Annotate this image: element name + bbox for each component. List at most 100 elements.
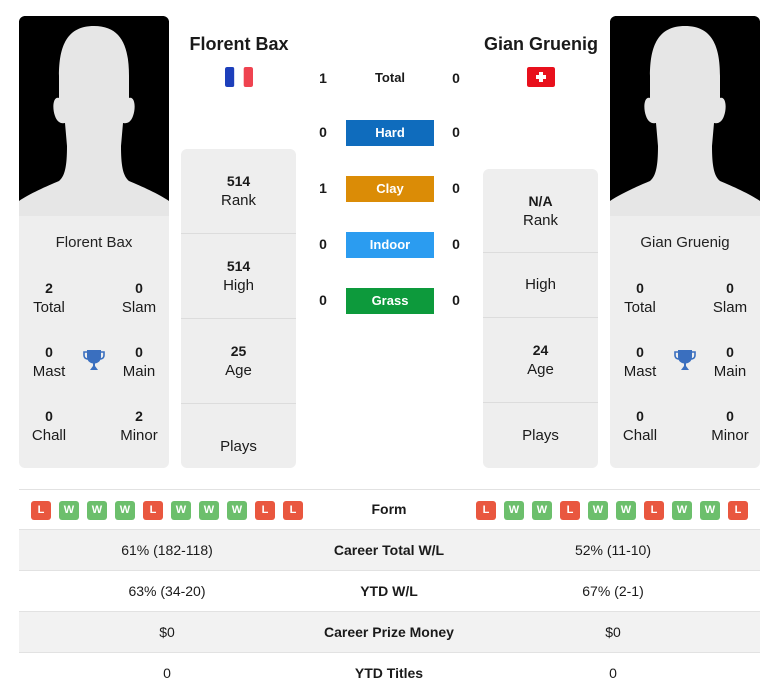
player1-age: 25 Age [181,319,296,404]
surface-hard-button[interactable]: Hard [346,120,434,146]
label: Slam [712,299,748,316]
value: 0 [45,408,53,424]
value: 0 [636,344,644,360]
surface-clay-button[interactable]: Clay [346,176,434,202]
label: Main [713,363,747,380]
player2-value: 0 [609,665,617,681]
h2h-hard-p2: 0 [452,124,460,140]
player1-rank: 514 Rank [181,149,296,234]
player2-card-name: Gian Gruenig [640,234,730,251]
value: 0 [726,408,734,424]
h2h-indoor-p1: 0 [319,236,327,252]
form-win-badge: W [171,501,191,520]
player2-value: 67% (2-1) [582,583,644,599]
form-loss-badge: L [476,501,496,520]
form-win-badge: W [504,501,524,520]
player1-titles-main: 0 Main [109,342,169,382]
form-loss-badge: L [644,501,664,520]
player2-photo [610,16,760,216]
value: 25 [230,343,247,359]
player1-titles-mast: 0 Mast [19,342,79,382]
value: 514 [226,173,251,189]
form-loss-badge: L [255,501,275,520]
player1-titles-minor: 2 Minor [109,406,169,446]
form-row: LWWWLWWWLL Form LWWLWWLWWL [19,489,760,530]
player2-plays: Plays [483,403,598,468]
label: Mast [32,363,66,380]
player2-titles: 0 Total 0 Slam 0 Mast 0 Main 0 Chall 0 M… [610,278,760,458]
form-loss-badge: L [31,501,51,520]
trophy-icon [83,350,105,370]
value: 0 [636,280,644,296]
h2h-grass-p1: 0 [319,292,327,308]
player1-card-name: Florent Bax [55,234,133,251]
comparison-row: 0 YTD Titles 0 [19,653,760,694]
avatar-silhouette-icon [610,16,760,216]
player1-titles-chall: 0 Chall [19,406,79,446]
h2h-clay: 1 Clay 0 [310,176,470,204]
row-label: Career Total W/L [333,542,445,558]
label: Minor [120,427,158,444]
form-win-badge: W [199,501,219,520]
player2-form: LWWLWWLWWL [476,501,748,520]
player2-age: 24 Age [483,318,598,403]
form-win-badge: W [672,501,692,520]
label: High [525,276,556,293]
player1-value: 63% (34-20) [128,583,206,599]
player2-titles-slam: 0 Slam [700,278,760,318]
comparison-row: 63% (34-20) YTD W/L 67% (2-1) [19,571,760,612]
h2h-clay-p1: 1 [319,180,327,196]
form-loss-badge: L [560,501,580,520]
surface-indoor-button[interactable]: Indoor [346,232,434,258]
value: 0 [726,280,734,296]
h2h-clay-p2: 0 [452,180,460,196]
label: Rank [220,192,257,209]
label: Main [122,363,156,380]
player1-name[interactable]: Florent Bax [174,34,304,55]
value: N/A [528,192,553,209]
label: Age [527,361,554,378]
h2h-total-p2: 0 [452,70,460,86]
label: Chall [622,427,658,444]
player1-titles-total: 2 Total [19,278,79,318]
player1-titles: 2 Total 0 Slam 0 Mast 0 Main 0 Chall 2 M… [19,278,169,458]
value: 0 [45,344,53,360]
value: 0 [135,280,143,296]
player2-titles-mast: 0 Mast [610,342,670,382]
h2h-grass: 0 Grass 0 [310,288,470,316]
avatar-silhouette-icon [19,16,169,216]
h2h-hard: 0 Hard 0 [310,120,470,148]
value: 0 [636,408,644,424]
form-loss-badge: L [143,501,163,520]
player1-card: Florent Bax 2 Total 0 Slam 0 Mast 0 Main… [19,16,169,468]
player2-stats: N/A Rank High 24 Age Plays [483,169,598,468]
form-win-badge: W [227,501,247,520]
h2h-total-label: Total [374,70,406,85]
value: 0 [726,344,734,360]
label: Rank [522,211,559,229]
label: Chall [31,427,67,444]
label: Mast [623,363,657,380]
player1-value: $0 [159,624,175,640]
row-label: Career Prize Money [324,624,454,640]
player2-high: High [483,253,598,318]
h2h-total: 1 Total 0 [310,66,470,94]
h2h-indoor: 0 Indoor 0 [310,232,470,260]
h2h-indoor-p2: 0 [452,236,460,252]
surface-grass-button[interactable]: Grass [346,288,434,314]
player1-photo [19,16,169,216]
player2-value: $0 [605,624,621,640]
form-win-badge: W [59,501,79,520]
player2-name[interactable]: Gian Gruenig [476,34,606,55]
value: 0 [135,344,143,360]
row-label: YTD W/L [360,583,418,599]
row-label: YTD Titles [354,665,424,681]
player2-titles-total: 0 Total [610,278,670,318]
trophy-icon [674,350,696,370]
player2-rank: N/A Rank [483,169,598,253]
label: Minor [711,427,749,444]
form-win-badge: W [115,501,135,520]
form-win-badge: W [588,501,608,520]
player1-value: 0 [163,665,171,681]
form-win-badge: W [532,501,552,520]
